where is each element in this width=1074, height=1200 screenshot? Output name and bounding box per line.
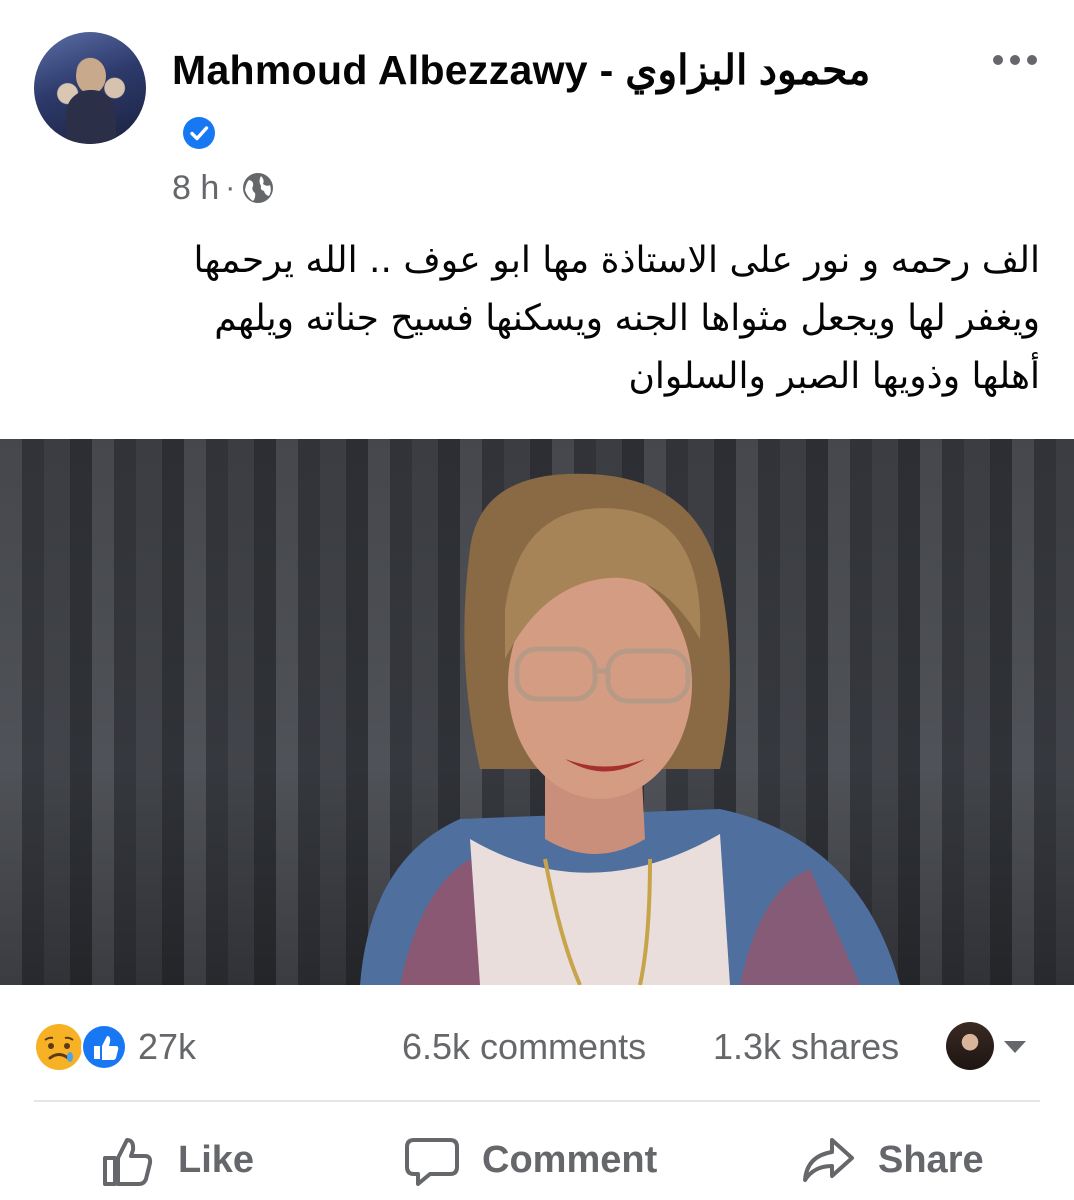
post-meta: 8 h · (172, 168, 275, 208)
like-button[interactable]: Like (100, 1126, 254, 1194)
post-photo[interactable] (0, 439, 1074, 985)
reaction-icons[interactable] (34, 1022, 130, 1072)
divider (34, 1100, 1040, 1102)
author-avatar[interactable] (34, 32, 146, 144)
shares-count[interactable]: 1.3k shares (713, 1026, 899, 1068)
share-label: Share (878, 1138, 984, 1181)
globe-icon (243, 173, 274, 203)
comment-label: Comment (482, 1138, 658, 1181)
post-text-line: الف رحمه و نور على الاستاذة مها ابو عوف … (193, 240, 1040, 281)
more-options-icon[interactable] (990, 42, 1040, 78)
reactions-count[interactable]: 27k (138, 1026, 196, 1068)
chevron-down-icon[interactable] (1002, 1038, 1028, 1056)
speech-bubble-icon (405, 1138, 459, 1186)
post-time[interactable]: 8 h (172, 169, 219, 208)
post-text-line: أهلها وذويها الصبر والسلوان (628, 356, 1040, 397)
meta-separator: · (225, 171, 236, 204)
post-text-line: ويغفر لها ويجعل مثواها الجنه ويسكنها فسي… (214, 298, 1040, 339)
photo-portrait (360, 473, 900, 985)
sad-reaction-icon (36, 1024, 82, 1070)
engagement-row: 27k 6.5k comments 1.3k shares (0, 1010, 1074, 1080)
like-reaction-icon (81, 1024, 127, 1070)
comments-count[interactable]: 6.5k comments (402, 1026, 646, 1068)
author-name[interactable]: Mahmoud Albezzawy - محمود البزاوي (172, 46, 870, 94)
avatar-head (76, 58, 106, 94)
share-arrow-icon (803, 1138, 854, 1182)
verified-badge-icon (183, 117, 215, 149)
avatar-body (66, 90, 116, 144)
post-text: الف رحمه و نور على الاستاذة مها ابو عوف … (60, 232, 1040, 406)
thumbs-up-icon (103, 1138, 153, 1186)
viewer-avatar[interactable] (946, 1022, 994, 1070)
comment-button[interactable]: Comment (404, 1126, 657, 1194)
like-label: Like (178, 1138, 255, 1181)
share-button[interactable]: Share (800, 1126, 984, 1194)
